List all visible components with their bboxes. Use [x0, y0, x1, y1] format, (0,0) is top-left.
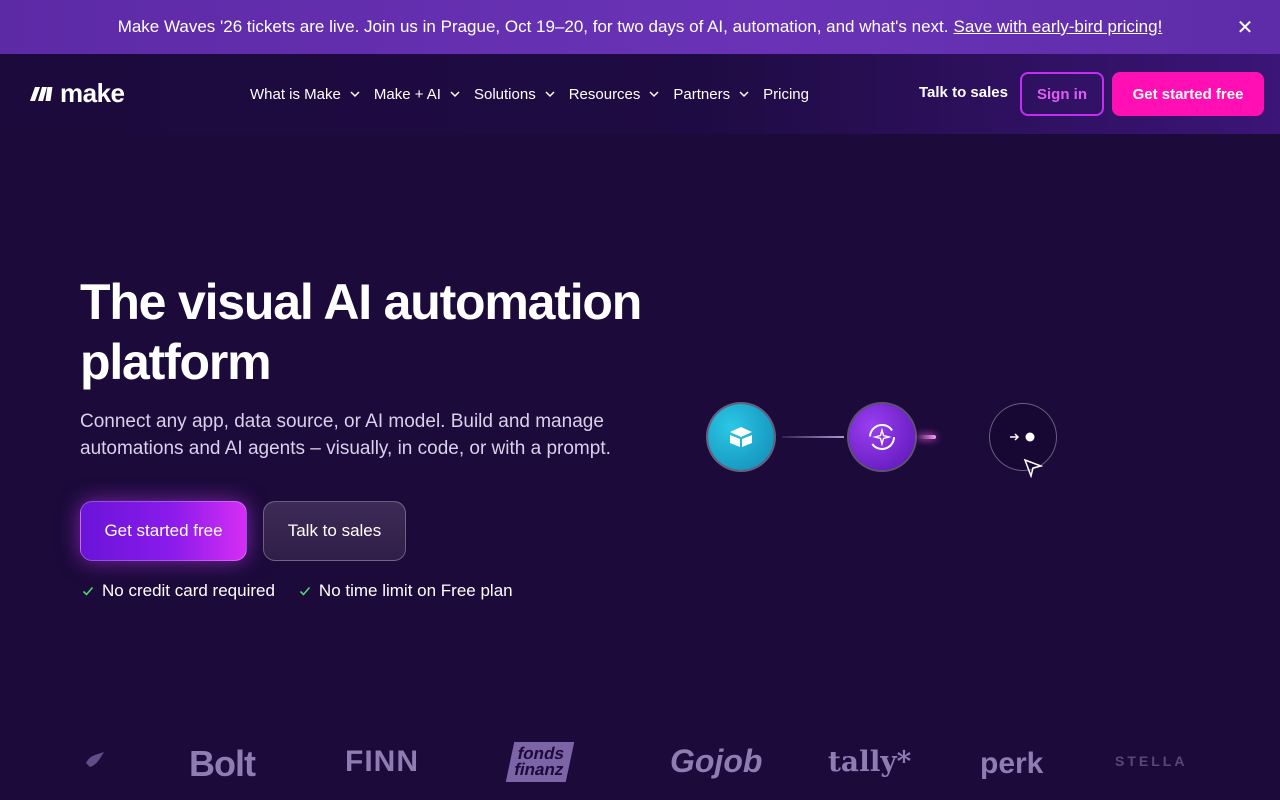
nav-solutions[interactable]: Solutions [474, 86, 555, 103]
sign-in-button[interactable]: Sign in [1020, 72, 1104, 116]
box-icon [730, 427, 752, 447]
benefit-label: No time limit on Free plan [318, 581, 513, 600]
nav-label: Make + AI [373, 85, 441, 103]
main-nav: What is Make Make + AI Solutions Resourc… [250, 82, 823, 106]
ai-module-node [849, 404, 915, 470]
cursor-icon [1023, 458, 1043, 478]
bird-logo-icon [86, 752, 104, 767]
early-bird-link[interactable]: Save with early-bird pricing! [953, 17, 1162, 37]
announcement-text: Make Waves '26 tickets are live. Join us… [117, 17, 949, 36]
benefit-item: No time limit on Free plan [299, 581, 513, 601]
arrow-dot-icon [1010, 432, 1035, 442]
brand-logo: FINN [345, 745, 419, 778]
logo-text: make [60, 77, 125, 108]
nav-make-ai[interactable]: Make + AI [374, 86, 460, 103]
talk-to-sales-link[interactable]: Talk to sales [919, 84, 1008, 101]
chevron-down-icon [545, 91, 555, 98]
hero-get-started-button[interactable]: Get started free [80, 501, 247, 561]
chevron-down-icon [649, 91, 659, 98]
nav-label: Partners [673, 85, 731, 103]
brand-logo: Bolt [189, 743, 256, 784]
nav-resources[interactable]: Resources [569, 86, 660, 103]
brand-logo: tally* [828, 745, 912, 778]
nav-pricing[interactable]: Pricing [763, 86, 809, 103]
nav-label: Resources [568, 85, 641, 103]
check-icon [82, 586, 94, 596]
nav-label: Solutions [473, 85, 536, 103]
benefit-item: No credit card required [82, 581, 275, 601]
hero-talk-to-sales-button[interactable]: Talk to sales [263, 501, 406, 561]
chevron-down-icon [739, 91, 749, 98]
customer-logos: Bolt FINN fonds finanz Gojob tally* perk… [0, 725, 1280, 800]
brand-logo: perk [980, 747, 1044, 780]
nav-label: Pricing [763, 85, 809, 103]
make-logo[interactable]: make [30, 78, 125, 108]
ai-sparkle-icon [869, 424, 895, 450]
hero-title-line1: The visual AI automation [80, 274, 642, 330]
announcement-bar: Make Waves '26 tickets are live. Join us… [0, 0, 1280, 54]
brand-logo: STELLA [1115, 753, 1188, 769]
benefit-label: No credit card required [102, 581, 275, 600]
nav-label: What is Make [250, 85, 341, 103]
brand-logo: fonds finanz [505, 742, 575, 782]
hero-benefits: No credit card required No time limit on… [82, 581, 537, 601]
hero-subtitle: Connect any app, data source, or AI mode… [80, 411, 611, 459]
make-logo-icon [30, 87, 53, 101]
hero-title-line2: platform [80, 334, 272, 390]
chevron-down-icon [350, 91, 360, 98]
brand-logo: Gojob [670, 743, 763, 779]
nav-what-is-make[interactable]: What is Make [250, 86, 360, 103]
close-icon[interactable]: ✕ [1232, 14, 1258, 40]
hero-title: The visual AI automation platform [80, 272, 680, 392]
nav-partners[interactable]: Partners [673, 86, 749, 103]
get-started-free-button[interactable]: Get started free [1112, 72, 1264, 116]
connector-line [782, 436, 844, 438]
automation-illustration [690, 390, 1090, 490]
flow-spark [918, 435, 936, 439]
chevron-down-icon [450, 91, 460, 98]
app-module-node [708, 404, 774, 470]
check-icon [299, 586, 311, 596]
